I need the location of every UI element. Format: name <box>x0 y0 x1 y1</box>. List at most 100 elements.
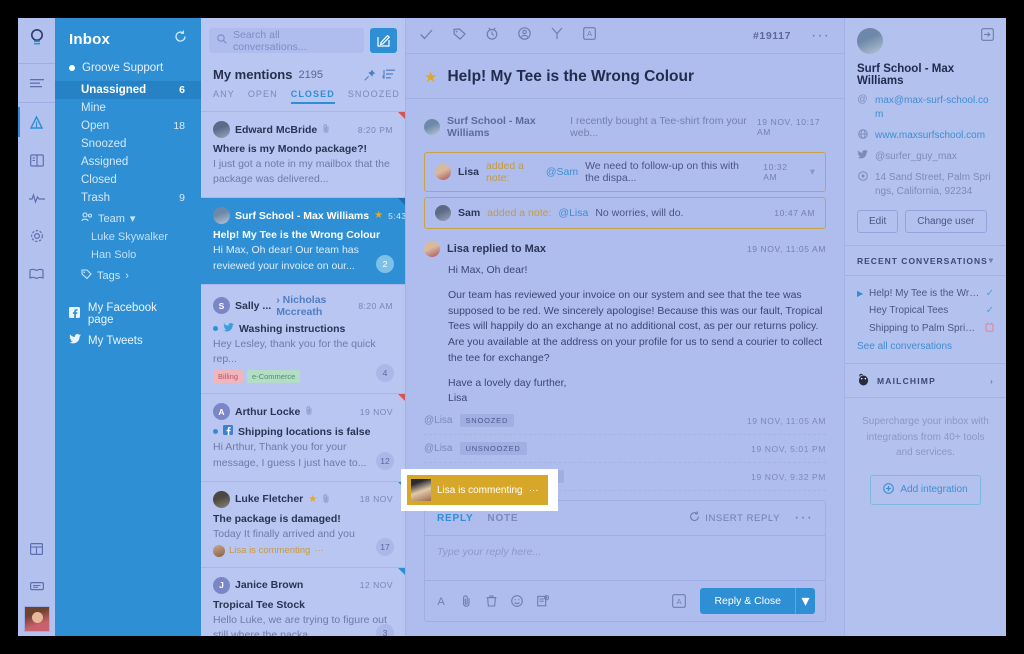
priority-corner <box>398 394 405 402</box>
avatar <box>213 544 225 557</box>
more-icon[interactable]: ··· <box>794 509 813 527</box>
mailbox-selector[interactable]: Groove Support <box>55 58 201 81</box>
format-icon[interactable]: A <box>435 595 447 607</box>
refresh-icon[interactable] <box>174 30 187 48</box>
user-avatar[interactable] <box>23 606 50 632</box>
integration-header[interactable]: MAILCHIMP › <box>845 363 1006 398</box>
change-user-button[interactable]: Change user <box>905 210 987 233</box>
tab-closed[interactable]: CLOSED <box>290 89 335 104</box>
sidebar-item-label: Closed <box>81 174 117 186</box>
contact-email[interactable]: @ max@max-surf-school.com <box>857 94 994 122</box>
avatar <box>857 28 883 54</box>
emoji-icon[interactable] <box>511 595 523 607</box>
contacts-icon[interactable] <box>18 141 55 179</box>
search-input[interactable]: Search all conversations... <box>209 28 364 53</box>
logout-icon[interactable] <box>981 28 994 46</box>
internal-note[interactable]: Lisa added a note: @Sam We need to follo… <box>424 152 826 192</box>
sidebar-item-assigned[interactable]: Assigned <box>55 153 201 171</box>
star-icon[interactable]: ★ <box>424 68 437 86</box>
signature-icon[interactable]: A <box>672 594 687 608</box>
chevron-down-icon[interactable]: ▾ <box>810 166 815 178</box>
sort-icon[interactable] <box>382 69 395 80</box>
star-icon[interactable]: ★ <box>374 210 383 221</box>
sidebar-item-mine[interactable]: Mine <box>55 99 201 117</box>
attachment-icon[interactable] <box>461 595 472 607</box>
archive-icon[interactable]: A <box>583 26 596 45</box>
sidebar-item-luke-skywalker[interactable]: Luke Skywalker <box>55 228 201 246</box>
chevron-right-icon[interactable]: › <box>990 376 994 386</box>
assign-icon[interactable] <box>518 26 531 45</box>
sidebar-item-closed[interactable]: Closed <box>55 171 201 189</box>
collapsed-message[interactable]: Surf School - Max Williams I recently bo… <box>424 107 826 147</box>
contact-sidebar: Surf School - Max Williams @ max@max-sur… <box>844 18 1006 636</box>
tag-billing[interactable]: Billing <box>213 370 244 384</box>
tab-open[interactable]: OPEN <box>248 89 278 104</box>
sidebar-item-snoozed[interactable]: Snoozed <box>55 135 201 153</box>
see-all-conversations-link[interactable]: See all conversations <box>857 337 994 352</box>
subject: Tropical Tee Stock <box>213 598 306 611</box>
contact-website[interactable]: www.maxsurfschool.com <box>857 129 994 143</box>
sidebar-item-facebook[interactable]: My Facebook page <box>55 298 201 330</box>
menu-icon[interactable] <box>18 64 55 102</box>
unread-dot <box>213 429 218 435</box>
canned-reply-icon[interactable] <box>537 595 549 607</box>
list-item[interactable]: ▶ Help! My Tee is the Wron... ✓ <box>857 285 994 302</box>
widgets-icon[interactable] <box>18 530 55 568</box>
contact-twitter[interactable]: @surfer_guy_max <box>857 150 994 164</box>
knowledge-base-icon[interactable] <box>18 255 55 293</box>
list-item[interactable]: J Janice Brown 12 NOV Tropical Tee Stock… <box>201 566 405 636</box>
snooze-icon[interactable] <box>486 27 498 45</box>
send-button[interactable]: Reply & Close <box>700 588 795 614</box>
chevron-down-icon[interactable]: ▾ <box>989 255 994 266</box>
list-item[interactable]: S Sally ... › Nicholas Mccreath 8:20 AM … <box>201 283 405 393</box>
more-icon: ··· <box>528 484 539 496</box>
reply-input[interactable]: Type your reply here... <box>425 536 825 580</box>
note-mention[interactable]: @Sam <box>546 166 578 178</box>
sidebar-item-tweets[interactable]: My Tweets <box>55 330 201 351</box>
timestamp: 8:20 AM <box>358 300 393 311</box>
sidebar-tags-group[interactable]: Tags › <box>55 264 201 286</box>
sidebar-item-open[interactable]: Open 18 <box>55 117 201 135</box>
sidebar-team-group[interactable]: Team ▾ <box>55 207 201 228</box>
team-icon <box>81 212 93 225</box>
insert-reply-button[interactable]: INSERT REPLY <box>689 511 780 525</box>
merge-icon[interactable] <box>551 27 563 45</box>
edit-button[interactable]: Edit <box>857 210 899 233</box>
note-mention[interactable]: @Lisa <box>558 207 588 219</box>
chat-icon[interactable] <box>18 568 55 606</box>
timestamp: 19 NOV, 9:32 PM <box>751 471 826 482</box>
list-item[interactable]: Shipping to Palm Springs <box>857 319 994 337</box>
pin-icon[interactable] <box>364 69 376 81</box>
list-item[interactable]: Surf School - Max Williams ★ 5:43 PM Hel… <box>201 197 405 284</box>
tab-snoozed[interactable]: SNOOZED <box>348 89 400 104</box>
inbox-icon[interactable] <box>18 103 55 141</box>
tab-any[interactable]: ANY <box>213 89 235 104</box>
globe-icon <box>857 129 868 142</box>
star-icon[interactable]: ★ <box>308 494 317 505</box>
settings-icon[interactable] <box>18 217 55 255</box>
tab-reply[interactable]: REPLY <box>437 513 473 524</box>
tag-icon[interactable] <box>453 27 466 45</box>
list-item[interactable]: Hey Tropical Tees ✓ <box>857 302 994 319</box>
sidebar-item-unassigned[interactable]: Unassigned 6 <box>55 81 201 99</box>
more-icon[interactable]: ··· <box>811 27 830 45</box>
internal-note[interactable]: Sam added a note: @Lisa No worries, will… <box>424 197 826 229</box>
sidebar-item-trash[interactable]: Trash 9 <box>55 189 201 207</box>
reports-icon[interactable] <box>18 179 55 217</box>
recent-conversations-header[interactable]: RECENT CONVERSATIONS ▾ <box>845 245 1006 276</box>
list-item[interactable]: Edward McBride 8:20 PM Where is my Mondo… <box>201 111 405 197</box>
check-icon[interactable] <box>420 27 433 45</box>
list-item[interactable]: A Arthur Locke 19 NOV Shipping locations… <box>201 393 405 480</box>
list-item[interactable]: Luke Fletcher ★ 18 NOV The package is da… <box>201 480 405 567</box>
add-integration-button[interactable]: Add integration <box>870 474 981 505</box>
status-badge: UNSNOOZED <box>459 442 527 455</box>
sidebar-item-han-solo[interactable]: Han Solo <box>55 246 201 264</box>
trash-icon[interactable] <box>486 595 497 607</box>
avatar: J <box>213 576 230 594</box>
chevron-down-icon[interactable]: ▾ <box>795 588 815 614</box>
compose-button[interactable] <box>370 28 397 53</box>
groove-logo[interactable] <box>29 18 45 63</box>
tag-ecommerce[interactable]: e-Commerce <box>247 370 301 384</box>
conversation-id: #19117 <box>752 29 792 42</box>
tab-note[interactable]: NOTE <box>487 513 518 524</box>
